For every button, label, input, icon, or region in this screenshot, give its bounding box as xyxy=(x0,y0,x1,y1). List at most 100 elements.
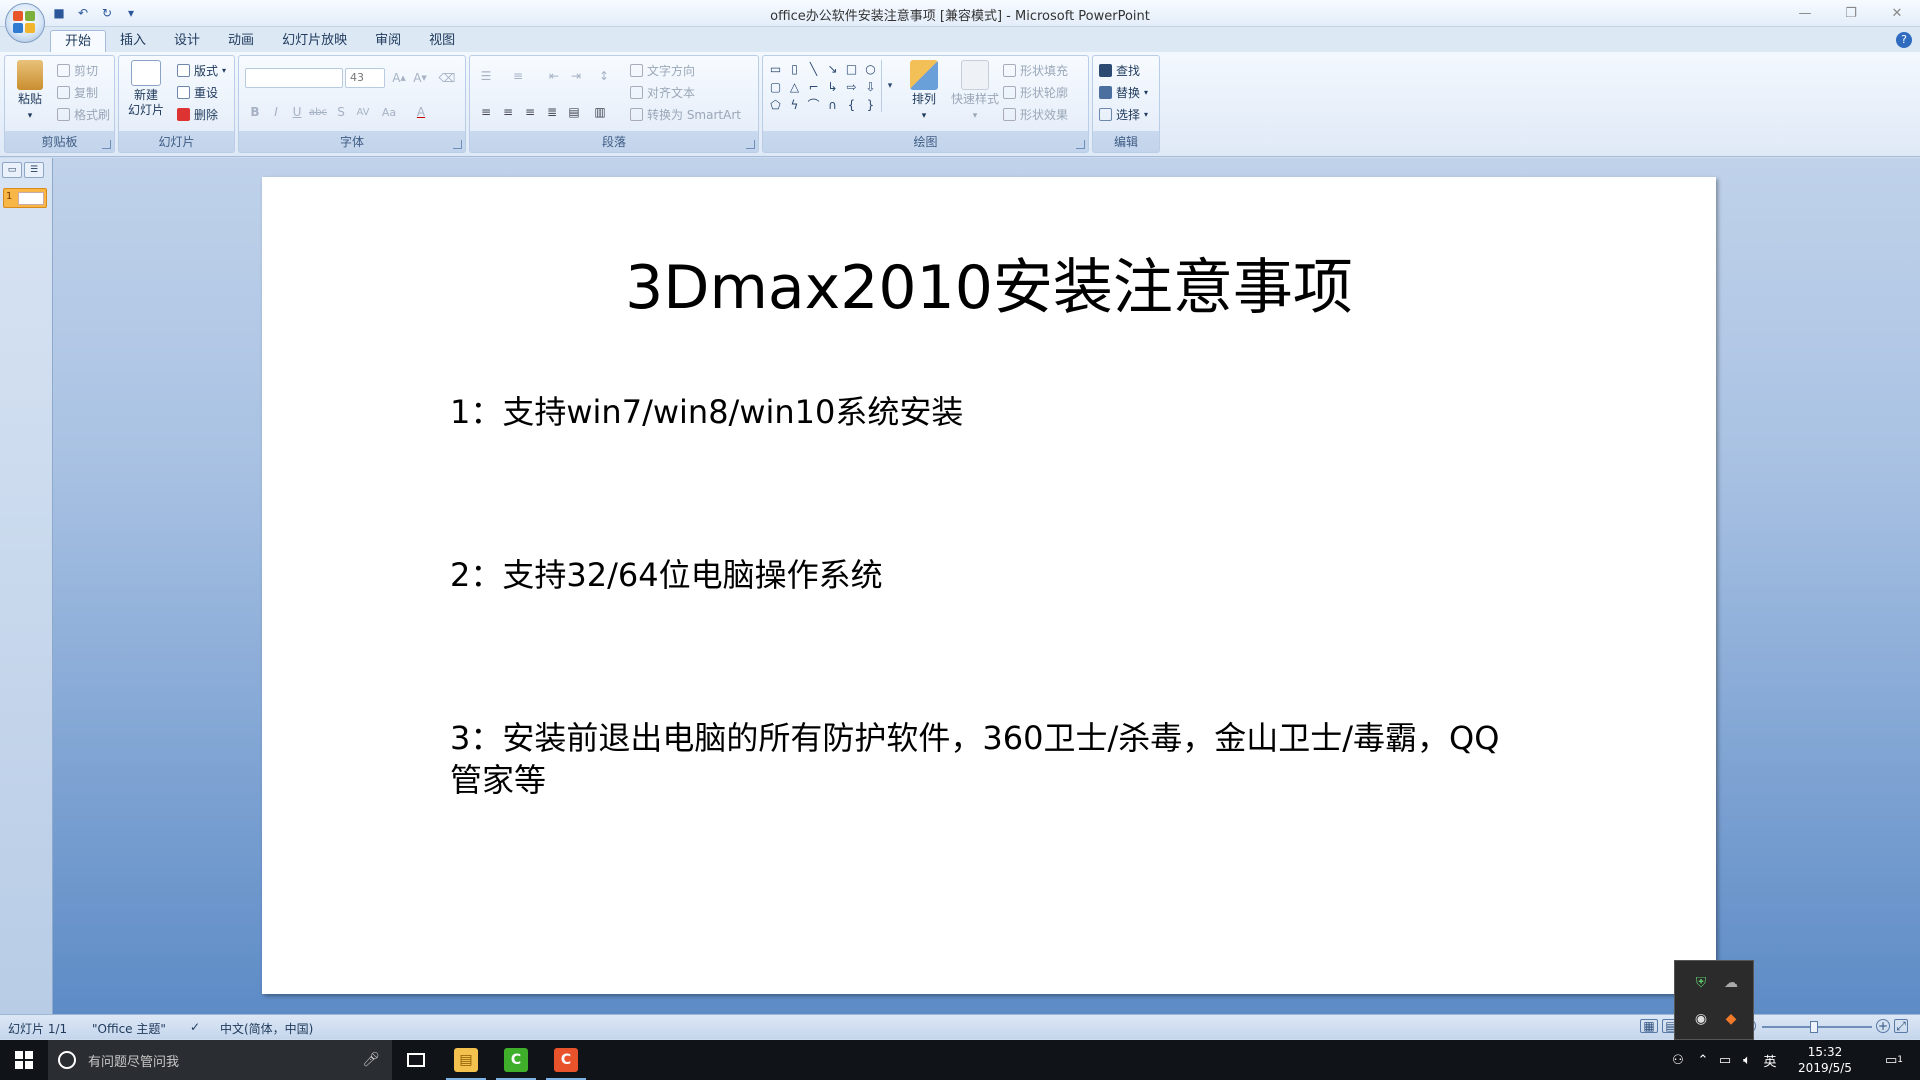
copy-button[interactable]: 复制 xyxy=(57,84,98,101)
shadow-icon[interactable]: S xyxy=(331,102,351,122)
outline-tab-icon[interactable]: ☰ xyxy=(24,162,44,178)
action-center-button[interactable]: ▭ 1 xyxy=(1874,1040,1914,1080)
grow-font-icon[interactable]: A ▲ xyxy=(389,68,409,88)
shape-down-arrow-icon[interactable]: ⇩ xyxy=(862,78,879,95)
slides-tab-icon[interactable]: ▭ xyxy=(2,162,22,178)
char-spacing-icon[interactable]: AV xyxy=(353,102,373,122)
font-name-select[interactable] xyxy=(245,68,343,88)
slide-canvas[interactable]: 3Dmax2010安装注意事项 1：支持win7/win8/win10系统安装 … xyxy=(262,177,1716,994)
shape-textbox-icon[interactable]: ▭ xyxy=(767,60,784,77)
shape-lightning-icon[interactable]: ϟ xyxy=(786,96,803,113)
convert-smartart-button[interactable]: 转换为 SmartArt xyxy=(630,106,741,123)
people-icon[interactable]: ⚇ xyxy=(1664,1053,1692,1068)
drawing-launcher-icon[interactable] xyxy=(1076,140,1085,149)
office-button[interactable] xyxy=(5,3,45,43)
bullet-item-2[interactable]: 2：支持32/64位电脑操作系统 xyxy=(450,554,1530,596)
distributed-icon[interactable]: ▤ xyxy=(564,102,584,122)
paragraph-launcher-icon[interactable] xyxy=(746,140,755,149)
shape-elbow-arrow-icon[interactable]: ↳ xyxy=(824,78,841,95)
shape-left-brace-icon[interactable]: { xyxy=(843,96,860,113)
tab-animations[interactable]: 动画 xyxy=(214,30,268,52)
arrange-button[interactable]: 排列 ▾ xyxy=(903,60,945,124)
reset-button[interactable]: 重设 xyxy=(177,84,218,101)
line-spacing-icon[interactable]: ↕ xyxy=(594,66,614,86)
find-button[interactable]: 查找 xyxy=(1099,62,1140,79)
shape-vtextbox-icon[interactable]: ▯ xyxy=(786,60,803,77)
tab-home[interactable]: 开始 xyxy=(50,30,107,52)
help-icon[interactable]: ? xyxy=(1896,32,1912,48)
align-left-icon[interactable]: ≡ xyxy=(476,102,496,122)
select-button[interactable]: 选择 ▾ xyxy=(1099,106,1148,123)
shape-pentagon-icon[interactable]: ⬠ xyxy=(767,96,784,113)
task-view-button[interactable] xyxy=(392,1040,440,1080)
font-color-icon[interactable]: A xyxy=(411,102,431,122)
align-center-icon[interactable]: ≡ xyxy=(498,102,518,122)
bullet-item-3[interactable]: 3：安装前退出电脑的所有防护软件，360卫士/杀毒，金山卫士/毒霸，QQ管家等 xyxy=(450,717,1530,801)
underline-icon[interactable]: U xyxy=(287,102,307,122)
text-direction-button[interactable]: 文字方向 xyxy=(630,62,695,79)
fit-window-icon[interactable]: ⤢ xyxy=(1894,1019,1908,1033)
italic-icon[interactable]: I xyxy=(266,102,286,122)
taskbar-explorer-button[interactable]: ▤ xyxy=(442,1040,490,1080)
paste-button[interactable]: 粘贴 ▾ xyxy=(9,60,51,124)
shape-curve-icon[interactable]: ∩ xyxy=(824,96,841,113)
volume-icon[interactable]: 🔈︎ xyxy=(1736,1053,1758,1068)
align-text-button[interactable]: 对齐文本 xyxy=(630,84,695,101)
shape-fill-button[interactable]: 形状填充 xyxy=(1003,62,1068,79)
new-slide-button[interactable]: 新建 幻灯片 xyxy=(123,60,169,118)
align-right-icon[interactable]: ≡ xyxy=(520,102,540,122)
shape-right-arrow-icon[interactable]: ⇨ xyxy=(843,78,860,95)
shield-icon[interactable]: ⛨ xyxy=(1691,973,1711,993)
tab-view[interactable]: 视图 xyxy=(415,30,469,52)
cut-button[interactable]: 剪切 xyxy=(57,62,98,79)
increase-indent-icon[interactable]: ⇥ xyxy=(566,66,586,86)
shape-right-brace-icon[interactable]: } xyxy=(862,96,879,113)
quick-styles-button[interactable]: 快速样式 ▾ xyxy=(949,60,1001,124)
tab-slideshow[interactable]: 幻灯片放映 xyxy=(268,30,361,52)
cloud-icon[interactable]: ☁ xyxy=(1721,973,1741,993)
clipboard-launcher-icon[interactable] xyxy=(102,140,111,149)
tab-design[interactable]: 设计 xyxy=(160,30,214,52)
delete-slide-button[interactable]: 删除 xyxy=(177,106,218,123)
tab-review[interactable]: 审阅 xyxy=(361,30,415,52)
shapes-more-icon[interactable]: ▾ xyxy=(881,60,898,112)
bullets-icon[interactable]: ☰ xyxy=(476,66,496,86)
zoom-slider-thumb[interactable] xyxy=(1810,1021,1818,1033)
font-launcher-icon[interactable] xyxy=(453,140,462,149)
clear-format-icon[interactable]: ⌫ xyxy=(437,68,457,88)
justify-icon[interactable]: ≣ xyxy=(542,102,562,122)
close-button[interactable]: ✕ xyxy=(1874,0,1920,26)
spellcheck-icon[interactable]: ✓ xyxy=(190,1020,200,1034)
shape-rectangle-icon[interactable]: □ xyxy=(843,60,860,77)
show-hidden-icons[interactable]: ⌃ xyxy=(1692,1053,1714,1068)
slide-thumbnail[interactable]: 1 xyxy=(3,188,47,208)
shape-arc-icon[interactable]: ⌒ xyxy=(805,96,822,113)
numbering-icon[interactable]: ≡ xyxy=(508,66,528,86)
shape-elbow-icon[interactable]: ⌐ xyxy=(805,78,822,95)
microphone-icon[interactable]: 🎤︎ xyxy=(362,1052,380,1068)
tray-fire-icon[interactable]: ◆ xyxy=(1721,1009,1741,1029)
zoom-in-icon[interactable]: + xyxy=(1876,1019,1890,1033)
taskbar-camtasia-button[interactable]: C xyxy=(492,1040,540,1080)
change-case-icon[interactable]: Aa xyxy=(379,102,399,122)
slide-title[interactable]: 3Dmax2010安装注意事项 xyxy=(262,239,1716,326)
shape-oval-icon[interactable]: ○ xyxy=(862,60,879,77)
columns-icon[interactable]: ▥ xyxy=(590,102,610,122)
clock[interactable]: 15:32 2019/5/5 xyxy=(1790,1044,1860,1076)
restore-button[interactable]: ❐ xyxy=(1828,0,1874,26)
shrink-font-icon[interactable]: A ▼ xyxy=(410,68,430,88)
taskbar-recorder-button[interactable]: C xyxy=(542,1040,590,1080)
shape-line-icon[interactable]: ╲ xyxy=(805,60,822,77)
strikethrough-icon[interactable]: abc xyxy=(308,102,328,122)
shape-triangle-icon[interactable]: △ xyxy=(786,78,803,95)
shape-outline-button[interactable]: 形状轮廓 xyxy=(1003,84,1068,101)
format-painter-button[interactable]: 格式刷 xyxy=(57,106,110,123)
minimize-button[interactable]: — xyxy=(1782,0,1828,26)
taskbar-search[interactable]: 有问题尽管问我 🎤︎ xyxy=(48,1040,392,1080)
font-size-select[interactable]: 43 xyxy=(345,68,385,88)
ime-indicator[interactable]: 英 xyxy=(1758,1051,1782,1070)
bullet-item-1[interactable]: 1：支持win7/win8/win10系统安装 xyxy=(450,391,1530,433)
start-button[interactable] xyxy=(0,1040,48,1080)
language-indicator[interactable]: 中文(简体，中国) xyxy=(220,1020,313,1037)
layout-button[interactable]: 版式 ▾ xyxy=(177,62,226,79)
